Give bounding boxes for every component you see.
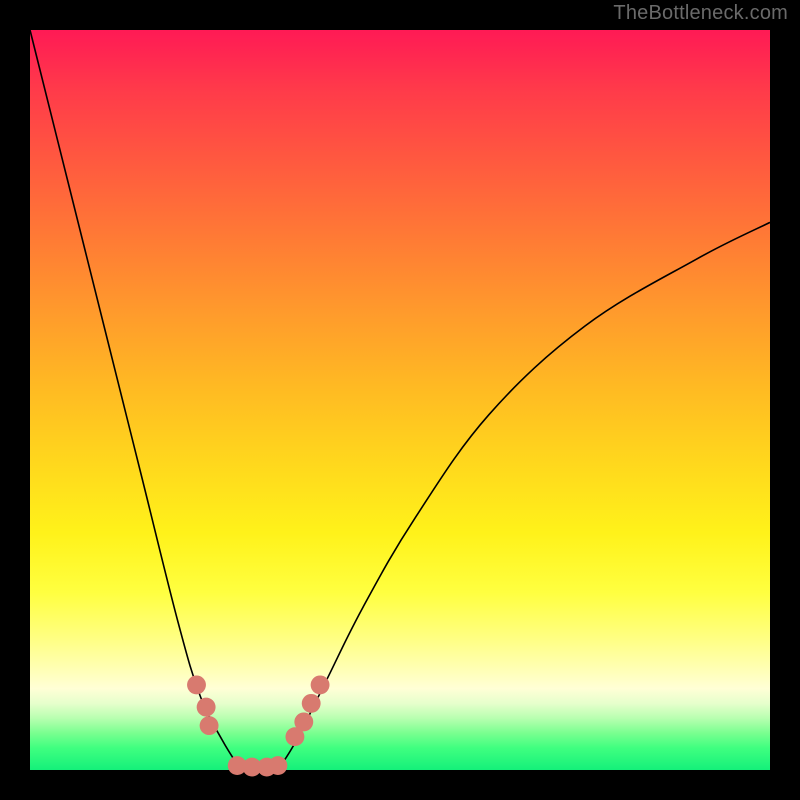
curve-left-branch bbox=[30, 30, 241, 770]
curve-right-branch bbox=[278, 222, 770, 770]
chart-svg bbox=[30, 30, 770, 770]
data-marker bbox=[187, 675, 206, 694]
watermark-text: TheBottleneck.com bbox=[613, 2, 788, 25]
chart-stage: TheBottleneck.com bbox=[0, 0, 800, 800]
marker-group bbox=[187, 675, 329, 776]
data-marker bbox=[197, 698, 216, 717]
data-marker bbox=[294, 712, 313, 731]
data-marker bbox=[268, 756, 287, 775]
plot-area bbox=[30, 30, 770, 770]
data-marker bbox=[200, 716, 219, 735]
data-marker bbox=[311, 675, 330, 694]
data-marker bbox=[302, 694, 321, 713]
